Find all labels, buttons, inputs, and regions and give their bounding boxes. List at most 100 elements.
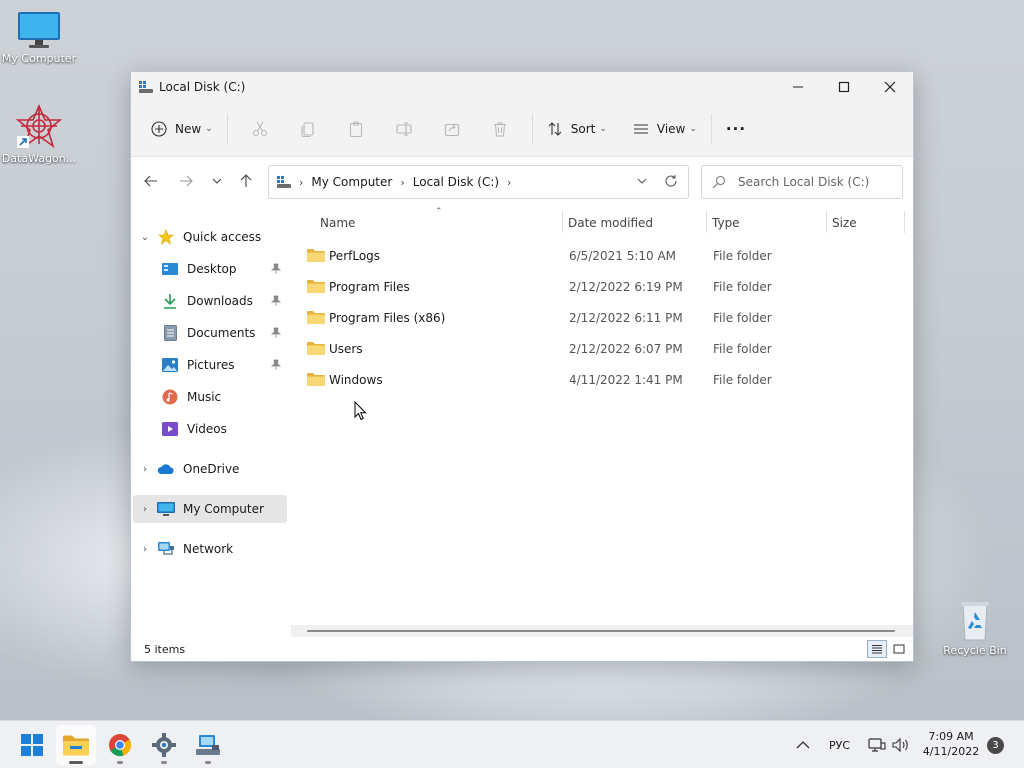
- column-divider[interactable]: [706, 211, 707, 233]
- up-button[interactable]: [232, 167, 260, 195]
- paste-button[interactable]: [332, 113, 380, 145]
- pin-icon[interactable]: [271, 359, 281, 371]
- horizontal-scrollbar[interactable]: [291, 625, 913, 637]
- minimize-button[interactable]: [775, 72, 821, 102]
- desktop-icon-datawagon[interactable]: DataWagon...: [0, 104, 78, 165]
- file-name: Program Files (x86): [329, 311, 446, 325]
- refresh-icon[interactable]: [664, 174, 678, 188]
- chevron-down-icon[interactable]: ⌄: [133, 232, 157, 243]
- datawagon-shortcut-icon: [15, 104, 63, 149]
- desktop-icon-my-computer[interactable]: My Computer: [0, 10, 78, 65]
- details-view-button[interactable]: [867, 640, 887, 658]
- recycle-bin-icon: [961, 602, 989, 641]
- input-language[interactable]: РУС: [829, 721, 850, 768]
- sort-button[interactable]: Sort ⌄: [541, 113, 613, 145]
- back-button[interactable]: [137, 167, 165, 195]
- column-header-size[interactable]: Size: [832, 216, 857, 230]
- file-row[interactable]: Users 2/12/2022 6:07 PM File folder: [305, 335, 905, 363]
- taskbar-chrome[interactable]: [100, 725, 140, 765]
- search-box[interactable]: Search Local Disk (C:): [701, 165, 903, 199]
- nav-quick-access[interactable]: ⌄ Quick access: [133, 223, 287, 251]
- mouse-cursor-icon: [354, 401, 367, 421]
- pin-icon[interactable]: [271, 263, 281, 275]
- file-type: File folder: [713, 373, 772, 387]
- videos-icon: [161, 420, 179, 438]
- file-name: PerfLogs: [329, 249, 381, 263]
- nav-item-pictures[interactable]: Pictures: [133, 351, 287, 379]
- close-button[interactable]: [867, 72, 913, 102]
- desktop-icon-recycle-bin[interactable]: Recycle Bin: [936, 600, 1014, 657]
- file-list: ⌃ Name Date modified Type Size PerfLogs …: [291, 205, 913, 633]
- taskbar-network-app[interactable]: [188, 725, 228, 765]
- documents-icon: [161, 324, 179, 342]
- view-button[interactable]: View ⌄: [627, 113, 703, 145]
- file-row[interactable]: Program Files 2/12/2022 6:19 PM File fol…: [305, 273, 905, 301]
- forward-button[interactable]: [172, 167, 200, 195]
- notification-badge[interactable]: 3: [987, 737, 1004, 754]
- nav-label: Pictures: [187, 358, 235, 372]
- nav-item-videos[interactable]: Videos: [133, 415, 287, 443]
- column-header-date[interactable]: Date modified: [568, 216, 653, 230]
- column-divider[interactable]: [562, 211, 563, 233]
- nav-item-documents[interactable]: Documents: [133, 319, 287, 347]
- taskbar-file-explorer[interactable]: [56, 725, 96, 765]
- nav-item-downloads[interactable]: Downloads: [133, 287, 287, 315]
- more-options-button[interactable]: ···: [720, 113, 752, 145]
- column-header-name[interactable]: Name: [320, 216, 355, 230]
- delete-button[interactable]: [476, 113, 524, 145]
- breadcrumb-chevron-icon[interactable]: ›: [400, 176, 404, 189]
- nav-label: Music: [187, 390, 222, 404]
- file-explorer-window: Local Disk (C:) New ⌄ Sort ⌄ View ⌄ ··· …: [130, 71, 914, 662]
- file-date: 6/5/2021 5:10 AM: [569, 249, 677, 263]
- volume-icon[interactable]: [892, 721, 910, 768]
- recent-locations-button[interactable]: [203, 167, 231, 195]
- chevron-down-icon[interactable]: [636, 175, 648, 187]
- chevron-down-icon: ⌄: [205, 124, 213, 134]
- show-hidden-icons-button[interactable]: [796, 721, 810, 768]
- column-divider[interactable]: [826, 211, 827, 233]
- pin-icon[interactable]: [271, 327, 281, 339]
- copy-button[interactable]: [284, 113, 332, 145]
- pin-icon[interactable]: [271, 295, 281, 307]
- chevron-right-icon[interactable]: ›: [133, 544, 157, 555]
- nav-label: My Computer: [183, 502, 264, 516]
- chevron-down-icon: ⌄: [599, 124, 607, 134]
- address-bar[interactable]: › My Computer › Local Disk (C:) ›: [268, 165, 689, 199]
- cut-button[interactable]: [236, 113, 284, 145]
- rename-button[interactable]: [380, 113, 428, 145]
- file-row[interactable]: Program Files (x86) 2/12/2022 6:11 PM Fi…: [305, 304, 905, 332]
- arrow-left-icon: [144, 175, 157, 187]
- cloud-icon: [157, 460, 175, 478]
- network-computer-icon: [196, 735, 220, 755]
- breadcrumb-local-disk[interactable]: Local Disk (C:): [413, 175, 499, 189]
- desktop-icon-label: DataWagon...: [1, 152, 77, 165]
- chevron-right-icon[interactable]: ›: [133, 464, 157, 475]
- column-header-type[interactable]: Type: [712, 216, 740, 230]
- navigation-pane: ⌄ Quick access Desktop Downloads Documen…: [131, 205, 289, 633]
- nav-item-music[interactable]: Music: [133, 383, 287, 411]
- breadcrumb-chevron-icon[interactable]: ›: [507, 176, 511, 189]
- start-button[interactable]: [12, 725, 52, 765]
- scrollbar-thumb[interactable]: [307, 630, 895, 632]
- breadcrumb-chevron-icon[interactable]: ›: [299, 176, 303, 189]
- file-row[interactable]: Windows 4/11/2022 1:41 PM File folder: [305, 366, 905, 394]
- nav-item-network[interactable]: › Network: [133, 535, 287, 563]
- maximize-button[interactable]: [821, 72, 867, 102]
- copy-icon: [301, 122, 314, 137]
- nav-item-my-computer[interactable]: › My Computer: [133, 495, 287, 523]
- title-bar[interactable]: Local Disk (C:): [131, 72, 913, 102]
- system-clock[interactable]: 7:09 AM 4/11/2022: [918, 729, 984, 759]
- taskbar-settings[interactable]: [144, 725, 184, 765]
- chevron-right-icon[interactable]: ›: [133, 504, 157, 515]
- clipboard-icon: [349, 121, 362, 137]
- breadcrumb-my-computer[interactable]: My Computer: [311, 175, 392, 189]
- share-button[interactable]: [428, 113, 476, 145]
- folder-icon: [307, 280, 325, 293]
- network-status-icon[interactable]: [868, 721, 886, 768]
- file-row[interactable]: PerfLogs 6/5/2021 5:10 AM File folder: [305, 242, 905, 270]
- nav-item-desktop[interactable]: Desktop: [133, 255, 287, 283]
- new-button[interactable]: New ⌄: [145, 113, 219, 145]
- nav-item-onedrive[interactable]: › OneDrive: [133, 455, 287, 483]
- column-divider[interactable]: [904, 211, 905, 233]
- large-icons-view-button[interactable]: [889, 640, 909, 658]
